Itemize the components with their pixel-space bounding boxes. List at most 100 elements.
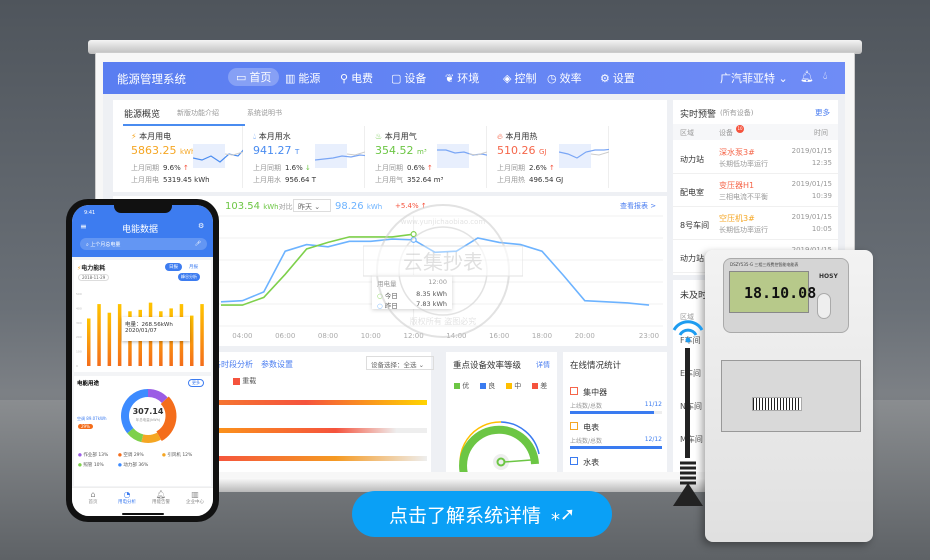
donut-legend-item: ● 动力部 36% bbox=[118, 463, 149, 468]
online-item-name: 集中器 bbox=[583, 388, 608, 397]
meter-barcode bbox=[752, 397, 802, 411]
alert-row[interactable]: 8号车间 空压机3# 长期低功率运行 2019/01/15 10:05 bbox=[673, 208, 838, 240]
nav-item-1[interactable]: ▥ 能源 bbox=[285, 70, 320, 86]
alert-time: 10:05 bbox=[811, 225, 832, 233]
device-select[interactable]: 设备选择：全选 ⌄ bbox=[366, 356, 434, 370]
settings-icon[interactable]: ⚙ bbox=[198, 222, 204, 230]
phone-tab-2[interactable]: 🔔︎ 用能告警 bbox=[146, 490, 176, 505]
overview-title: 能源概览 bbox=[124, 110, 161, 120]
water-meter-icon bbox=[570, 456, 578, 465]
tab-params[interactable]: 参数设置 bbox=[261, 359, 293, 370]
meter-nameplate bbox=[721, 360, 861, 432]
nav-item-3[interactable]: ▢ 设备 bbox=[391, 70, 426, 86]
building-icon: ▥ bbox=[191, 490, 199, 499]
sparkline bbox=[559, 144, 609, 168]
legend-pct: 29 bbox=[133, 453, 140, 458]
company-select[interactable]: 广汽菲亚特 ⌄ bbox=[720, 70, 788, 86]
metric-card[interactable]: ♨ 本月用气 354.52 m³ 上月同期 0.6% ↑ 上月用气 352.64 m… bbox=[367, 126, 487, 188]
water-drop-icon[interactable]: 💧︎ bbox=[823, 69, 827, 83]
metric-card[interactable]: ⚡︎ 本月用电 5863.25 kWh 上月同期 9.6% ↑ 上月用电 5319.… bbox=[123, 126, 243, 188]
link-manual[interactable]: 系统说明书 bbox=[247, 108, 282, 118]
alert-row[interactable]: 动力站 深水泵3# 长期低功率运行 2019/01/15 12:35 bbox=[673, 142, 838, 174]
nav-item-6[interactable]: ◷ 效率 bbox=[547, 70, 582, 86]
legend-label: 空调 bbox=[123, 453, 133, 458]
phone-header: 9:41 ≡ 电能数据 ⚙ ⌕ 上个月总电量 🎤︎ bbox=[72, 205, 213, 257]
sparkline bbox=[193, 144, 243, 168]
watermark-stamp: 云集抄表 www.yunjichaobiao.com 版权所有 盗图必究 bbox=[363, 204, 523, 338]
tab-monthly[interactable]: 月报 bbox=[189, 264, 198, 270]
usage-more-button[interactable]: 更多 bbox=[188, 379, 204, 387]
mic-icon[interactable]: 🎤︎ bbox=[195, 241, 201, 247]
usage-side-label: 空调 89.07kWh bbox=[77, 416, 107, 421]
alert-area: 动力站 bbox=[680, 155, 704, 164]
bell-icon: 🔔︎ bbox=[155, 490, 167, 499]
legend-pct: 13 bbox=[98, 453, 105, 458]
bell-icon[interactable]: 🔔︎ bbox=[800, 70, 814, 83]
search-icon: ⌕ bbox=[86, 242, 89, 248]
legend-swatch bbox=[454, 383, 460, 389]
alert-date: 2019/01/15 bbox=[791, 180, 832, 188]
donut-slice[interactable] bbox=[127, 427, 144, 443]
arrow-up-icon: ↑ bbox=[183, 164, 189, 172]
water-drop-icon: 💧︎ bbox=[253, 132, 257, 141]
online-status-panel: 在线情况统计 集中器 上线数/总数 11/12 电表 上线数/总数 12/12 水表 bbox=[563, 352, 667, 472]
efficiency-detail-link[interactable]: 详情 bbox=[536, 360, 550, 370]
nav-item-label: 控制 bbox=[514, 72, 537, 85]
alerts-subtitle: (所有设备) bbox=[720, 109, 754, 117]
compare-value: 1.6% bbox=[285, 164, 303, 172]
control-icon: ◈ bbox=[503, 71, 512, 85]
bar[interactable] bbox=[117, 304, 122, 366]
bar[interactable] bbox=[107, 312, 112, 366]
meter-reading: 18.10.08 bbox=[744, 284, 817, 302]
link-new-features[interactable]: 新版功能介绍 bbox=[177, 108, 219, 118]
bar-y-tick: 500 bbox=[76, 292, 82, 296]
alert-row[interactable]: 配电室 变压器H1 三相电流不平衡 2019/01/15 10:39 bbox=[673, 175, 838, 207]
bar[interactable] bbox=[190, 315, 194, 366]
x-tick-label: 23:00 bbox=[639, 332, 659, 340]
donut-legend-item: ● 作业部 13% bbox=[78, 453, 109, 458]
nav-item-7[interactable]: ⚙ 设置 bbox=[600, 70, 635, 86]
legend-label: 重载 bbox=[242, 377, 257, 385]
legend-swatch bbox=[480, 383, 486, 389]
metric-card[interactable]: 💧︎ 本月用水 941.27 T 上月同期 1.6% ↓ 上月用水 956.64 T bbox=[245, 126, 365, 188]
realtime-alerts-panel: 实时预警 (所有设备) 更多 区域 设备 10 时间 动力站 深水泵3# 长期低… bbox=[673, 100, 838, 275]
legend-label: 差 bbox=[540, 382, 548, 390]
home-icon: ▭ bbox=[236, 70, 247, 84]
usage-total-label: 年总电量(kWh) bbox=[135, 418, 161, 422]
phone-tab-1[interactable]: ◔ 用电分析 bbox=[112, 490, 142, 505]
bar[interactable] bbox=[87, 318, 91, 366]
metric-card[interactable]: 🔥︎ 本月用热 510.26 GJ 上月同期 2.6% ↑ 上月用热 496.54 … bbox=[489, 126, 609, 188]
home-icon: ⌂ bbox=[90, 490, 96, 499]
online-item-value: 12/12 bbox=[644, 436, 662, 443]
flame-icon: ♨ bbox=[375, 132, 383, 141]
online-item: 水表 bbox=[570, 450, 662, 472]
phone-tab-3[interactable]: ▥ 企业中心 bbox=[180, 490, 210, 505]
nav-item-0[interactable]: ▭ 首页 bbox=[228, 68, 280, 86]
donut-slice[interactable] bbox=[141, 432, 162, 443]
home-indicator bbox=[122, 513, 164, 515]
bar[interactable] bbox=[97, 304, 101, 366]
menu-icon[interactable]: ≡ bbox=[80, 222, 87, 231]
bar[interactable] bbox=[200, 304, 204, 366]
learn-more-button[interactable]: 点击了解系统详情 ⁎➚ bbox=[352, 491, 612, 537]
search-placeholder: 上个月总电量 bbox=[90, 242, 121, 248]
legend-label: 良 bbox=[488, 382, 496, 390]
phone-search-input[interactable]: ⌕ 上个月总电量 🎤︎ bbox=[80, 238, 207, 250]
nav-item-2[interactable]: ⚲ 电费 bbox=[340, 70, 373, 86]
nav-item-4[interactable]: ❦ 环境 bbox=[445, 70, 479, 86]
alert-desc: 长期低功率运行 bbox=[719, 226, 768, 234]
alerts-more-link[interactable]: 更多 bbox=[815, 107, 830, 118]
donut-slice[interactable] bbox=[147, 389, 168, 404]
tab-period-analysis[interactable]: 各时段分析 bbox=[213, 359, 253, 370]
nav-item-5[interactable]: ◈ 控制 bbox=[503, 70, 536, 86]
compare-label: 上月同期 bbox=[375, 164, 403, 172]
nav-item-label: 能源 bbox=[298, 72, 321, 85]
phone-notch bbox=[114, 205, 172, 213]
bar-y-tick: 300 bbox=[76, 321, 82, 325]
meter-icon bbox=[570, 421, 578, 430]
last-month-value: 496.54 GJ bbox=[529, 176, 564, 184]
phone-screen: 9:41 ≡ 电能数据 ⚙ ⌕ 上个月总电量 🎤︎ ⚡︎电力能耗 日报 月报 峰谷… bbox=[72, 205, 213, 516]
phone-tab-0[interactable]: ⌂ 首页 bbox=[78, 490, 108, 505]
header-device: 设备 bbox=[719, 129, 733, 137]
tab-daily[interactable]: 日报 bbox=[165, 263, 182, 271]
